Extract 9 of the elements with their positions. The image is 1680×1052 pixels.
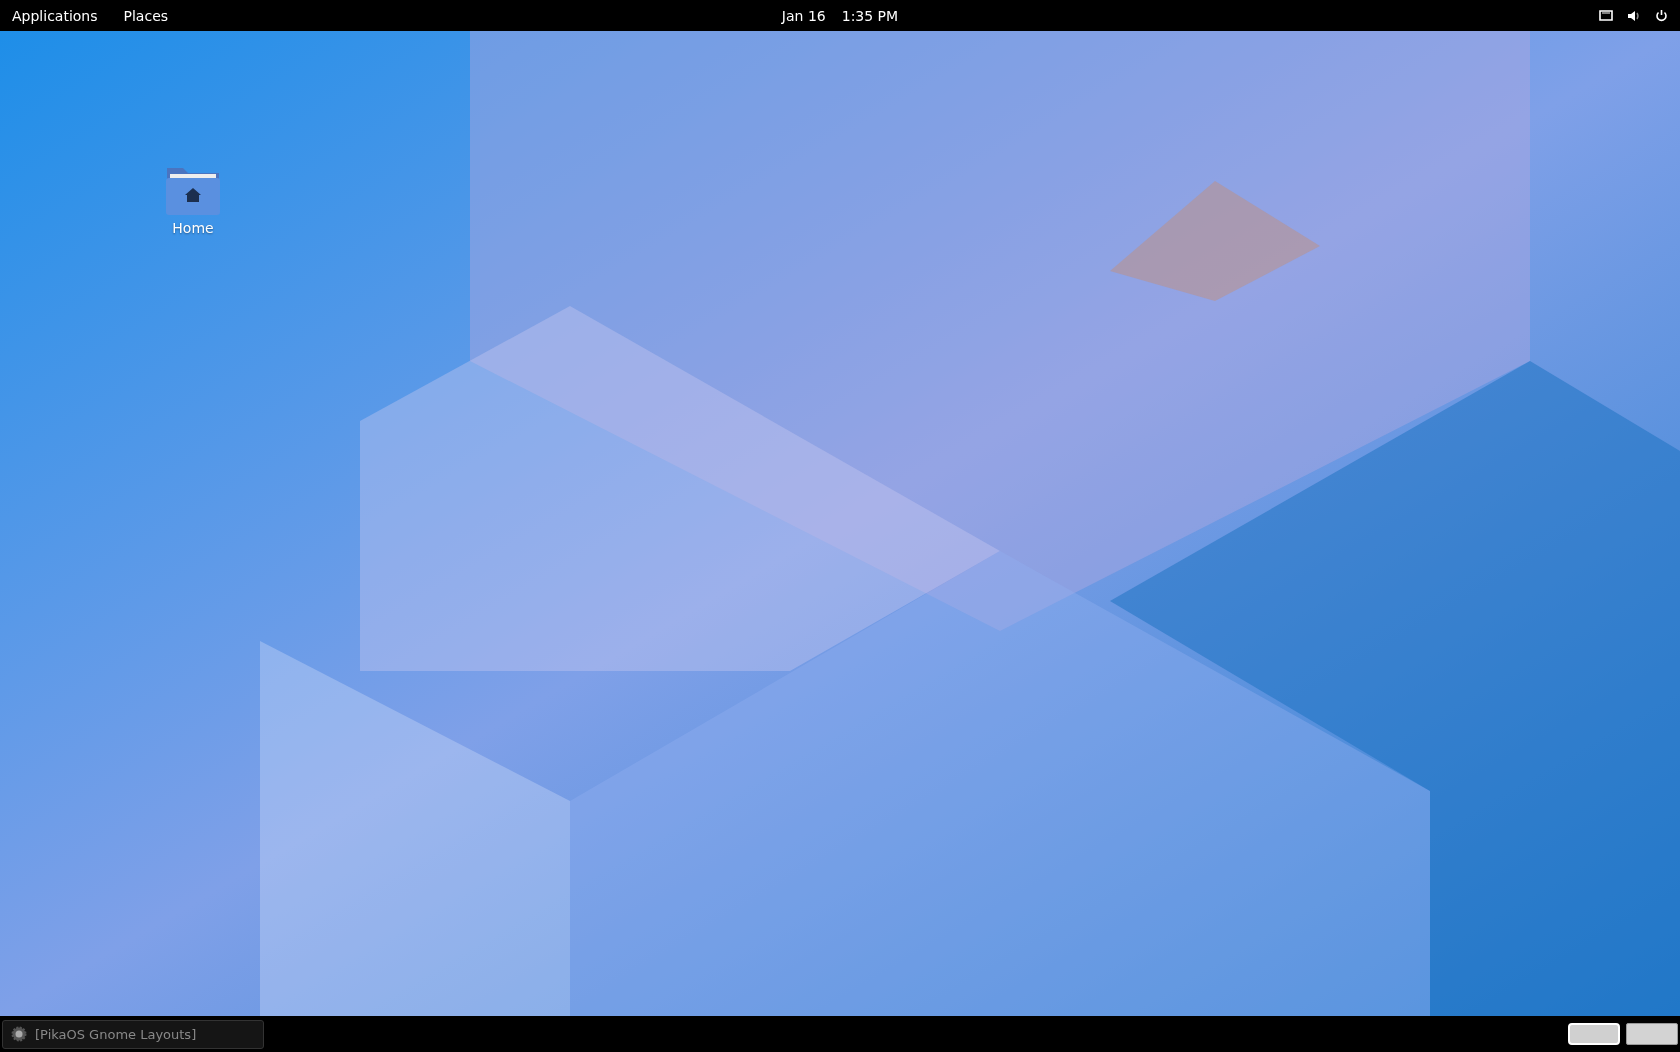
power-icon[interactable] — [1655, 9, 1668, 22]
window-button[interactable]: [PikaOS Gnome Layouts] — [2, 1019, 264, 1049]
volume-icon[interactable] — [1627, 9, 1641, 22]
menu-button[interactable]: Places — [117, 7, 175, 24]
network-icon[interactable] — [1599, 9, 1613, 22]
menu-button[interactable]: Applications — [6, 7, 104, 24]
clock-button[interactable]: Jan 16 1:35 PM — [775, 7, 905, 24]
home-folder-icon[interactable] — [165, 166, 221, 216]
gear-icon — [11, 1026, 27, 1042]
